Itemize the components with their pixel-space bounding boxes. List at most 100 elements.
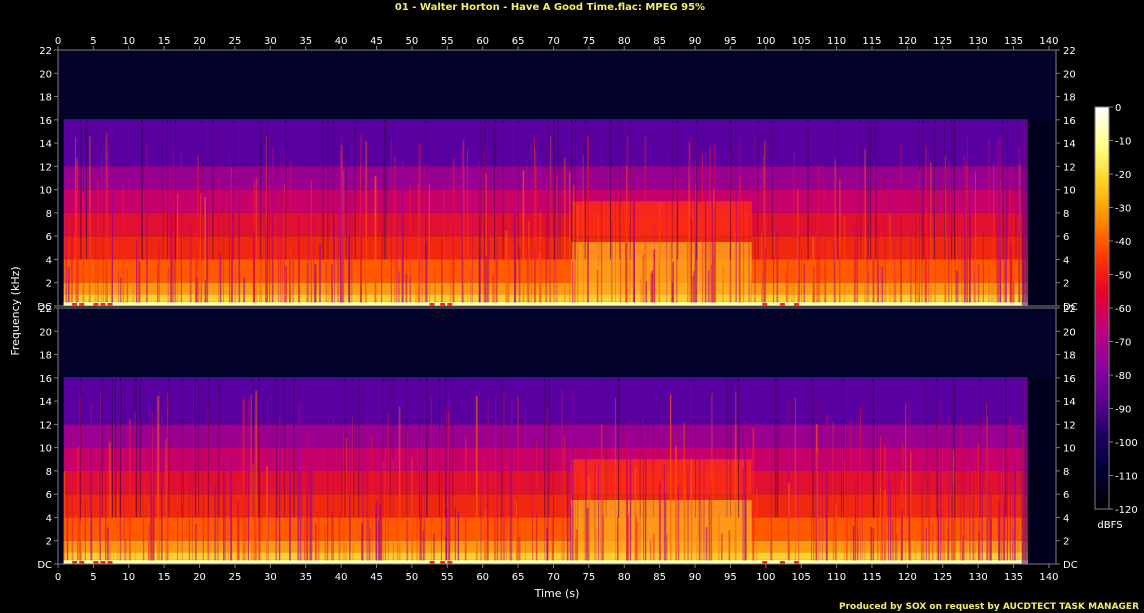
x-tick-label: 105 (792, 36, 811, 47)
quiet-gap (730, 119, 731, 260)
transient-streak (292, 260, 294, 306)
transient-streak (342, 426, 345, 564)
quiet-gap (843, 377, 845, 518)
quiet-gap (168, 377, 170, 518)
x-tick-label: 140 (1039, 572, 1058, 583)
quiet-gap (322, 119, 324, 260)
quiet-gap (757, 119, 759, 260)
transient-streak (711, 393, 713, 564)
transient-streak (1010, 245, 1012, 306)
quiet-gap (776, 377, 778, 518)
transient-streak (978, 531, 980, 564)
x-tick-label: 140 (1039, 36, 1058, 47)
transient-streak (880, 487, 881, 564)
colorbar-tick-label: 0 (1115, 103, 1121, 114)
y-tick-label: 6 (1063, 232, 1069, 243)
transient-streak (961, 232, 963, 306)
quiet-gap (101, 377, 103, 518)
quiet-gap (119, 377, 121, 518)
y-tick-label: 22 (39, 46, 52, 57)
x-tick-label: 135 (1004, 572, 1023, 583)
transient-streak (377, 521, 380, 564)
x-tick-label: 120 (898, 36, 917, 47)
y-tick-label: 2 (46, 279, 52, 290)
transient-streak (188, 437, 190, 564)
transient-streak (873, 203, 874, 306)
transient-streak (890, 482, 892, 564)
transient-streak (1001, 469, 1002, 564)
transient-streak (577, 204, 579, 306)
transient-streak (126, 269, 129, 306)
transient-streak (835, 518, 837, 564)
transient-streak (434, 266, 436, 306)
transient-streak (797, 188, 799, 306)
transient-streak (818, 163, 819, 306)
transient-streak (615, 398, 616, 564)
quiet-gap (979, 377, 981, 518)
transient-streak (684, 485, 686, 564)
x-tick-label: 35 (299, 572, 312, 583)
transient-streak (995, 149, 997, 306)
x-tick-label: 60 (476, 572, 489, 583)
quiet-gap (547, 119, 549, 260)
transient-streak (71, 430, 74, 564)
transient-streak (167, 268, 169, 306)
colorbar-tick-label: -110 (1115, 472, 1138, 483)
transient-streak (764, 140, 766, 306)
transient-streak (98, 426, 101, 564)
transient-streak (632, 165, 634, 306)
quiet-gap (406, 377, 408, 518)
quiet-gap (922, 119, 924, 260)
transient-streak (997, 138, 999, 306)
quiet-gap (559, 119, 561, 260)
transient-streak (105, 139, 107, 306)
transient-streak (854, 482, 857, 564)
transient-streak (690, 137, 692, 306)
quiet-gap (1015, 119, 1017, 260)
transient-streak (448, 398, 451, 564)
quiet-gap (80, 119, 82, 260)
transient-streak (387, 413, 389, 564)
transient-streak (254, 505, 257, 564)
transient-streak (419, 515, 421, 564)
quiet-gap (548, 377, 550, 518)
transient-streak (105, 526, 107, 564)
transient-streak (505, 230, 508, 306)
energy-band (63, 119, 1028, 167)
transient-streak (224, 424, 226, 564)
colorbar-tick-label: -10 (1115, 137, 1131, 148)
transient-streak (238, 197, 241, 306)
transient-streak (555, 164, 557, 306)
transient-streak (788, 483, 790, 564)
transient-streak (752, 427, 755, 564)
quiet-gap (774, 377, 776, 518)
transient-streak (305, 485, 307, 564)
transient-streak (394, 155, 396, 306)
transient-streak (704, 153, 707, 306)
transient-streak (361, 254, 362, 306)
transient-streak (1006, 461, 1008, 564)
transient-streak (338, 511, 341, 564)
transient-streak (351, 146, 353, 306)
transient-streak (698, 450, 701, 564)
transient-streak (921, 179, 923, 306)
transient-streak (794, 397, 796, 564)
transient-streak (944, 489, 946, 564)
x-tick-label: 135 (1004, 36, 1023, 47)
transient-streak (636, 522, 639, 564)
transient-streak (63, 470, 65, 564)
transient-streak (742, 468, 744, 564)
x-tick-label: 25 (229, 36, 242, 47)
quiet-gap (260, 119, 262, 260)
transient-streak (670, 394, 672, 564)
fade-out-tail (1021, 119, 1028, 307)
transient-streak (268, 416, 269, 564)
transient-streak (157, 262, 158, 306)
y-tick-label: 18 (39, 351, 52, 362)
transient-streak (314, 523, 317, 564)
transient-streak (922, 461, 924, 564)
transient-streak (411, 457, 413, 564)
transient-streak (969, 441, 971, 564)
x-tick-label: 45 (370, 36, 383, 47)
transient-streak (722, 266, 724, 306)
